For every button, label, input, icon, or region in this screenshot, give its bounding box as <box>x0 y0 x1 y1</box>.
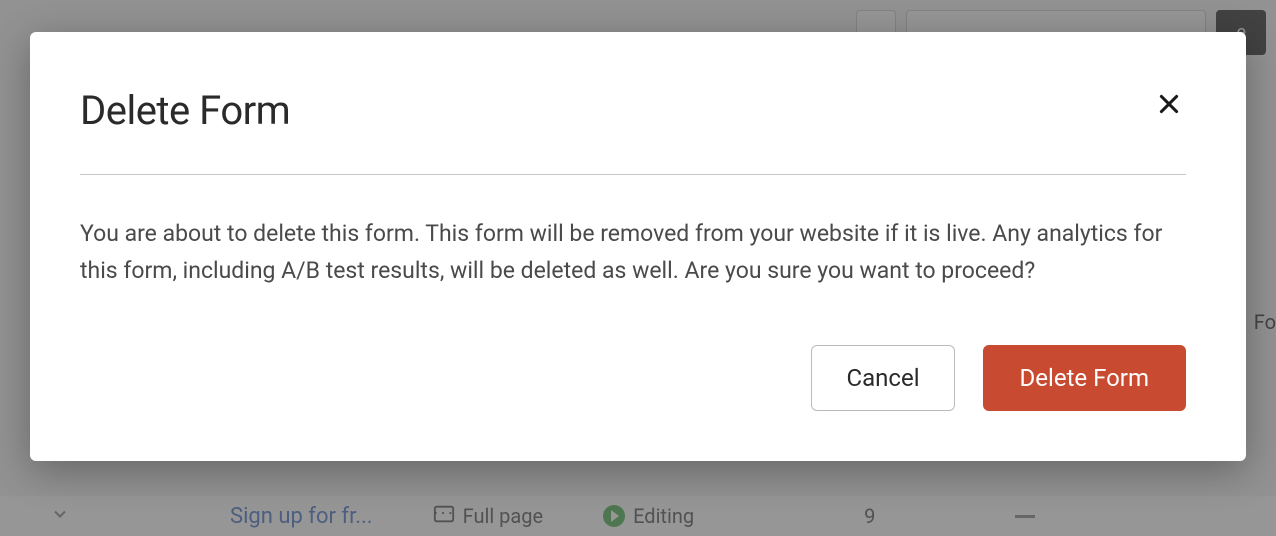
modal-header: Delete Form <box>80 87 1186 134</box>
delete-form-modal: Delete Form You are about to delete this… <box>30 32 1246 461</box>
modal-title: Delete Form <box>80 87 290 134</box>
modal-body-text: You are about to delete this form. This … <box>80 215 1186 290</box>
modal-divider <box>80 174 1186 175</box>
close-icon <box>1156 91 1182 117</box>
cancel-button[interactable]: Cancel <box>811 345 954 411</box>
delete-form-button[interactable]: Delete Form <box>983 345 1186 411</box>
close-button[interactable] <box>1152 87 1186 121</box>
modal-footer: Cancel Delete Form <box>80 345 1186 411</box>
